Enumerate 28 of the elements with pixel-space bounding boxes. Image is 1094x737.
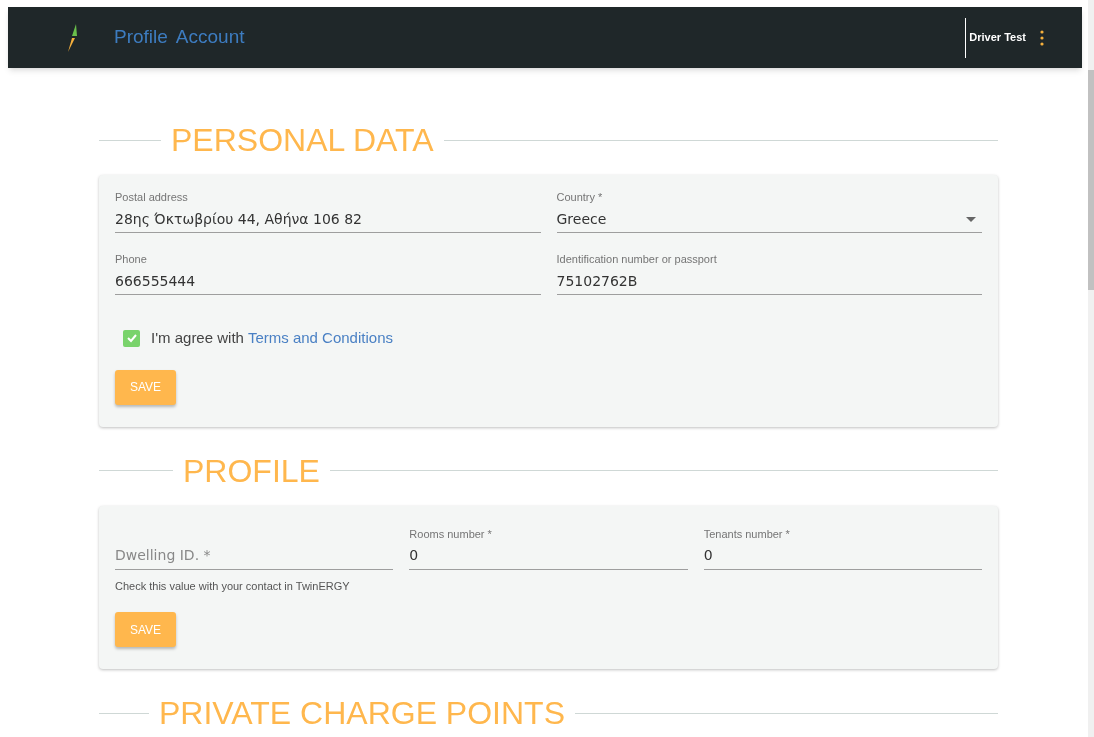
dropdown-icon	[966, 217, 976, 222]
nav-link[interactable]: Account	[175, 23, 245, 52]
input-field[interactable]: 666555444	[115, 267, 541, 295]
input-field[interactable]: 0	[409, 541, 688, 570]
agree-checkbox[interactable]	[123, 329, 140, 347]
scrollbar[interactable]	[1088, 0, 1094, 737]
more-icon[interactable]	[1040, 29, 1044, 46]
logo-icon[interactable]	[66, 23, 78, 52]
check-icon	[125, 332, 138, 345]
input-field[interactable]: 28ης Όκτωβρίου 44, Αθήνα 106 82	[115, 205, 541, 233]
field-label: Postal address	[115, 191, 188, 203]
section-heading: PRIVATE CHARGE POINTS	[159, 694, 565, 733]
field-label: Tenants number *	[703, 527, 790, 540]
input-field[interactable]: Dwelling ID. *	[115, 541, 394, 570]
country-select[interactable]: Greece	[556, 205, 982, 233]
field-label: Phone	[115, 253, 147, 265]
field-label: Country *	[556, 191, 603, 203]
section-heading: PROFILE	[183, 451, 320, 491]
section-heading: PERSONAL DATA	[171, 121, 434, 160]
input-field[interactable]: 0	[703, 541, 982, 570]
helper-text: Check this value with your contact in TwinERGY	[115, 578, 351, 594]
field-label: Identification number or passport	[556, 253, 717, 265]
terms-link[interactable]: Terms and Conditions	[247, 327, 393, 350]
input-field[interactable]: 75102762B	[556, 267, 982, 295]
agreement-text: I'm agree with	[151, 328, 244, 348]
user-name[interactable]: Driver Test	[969, 29, 1026, 46]
nav-link[interactable]: Profile	[114, 23, 168, 52]
field-label: Rooms number *	[409, 527, 492, 540]
